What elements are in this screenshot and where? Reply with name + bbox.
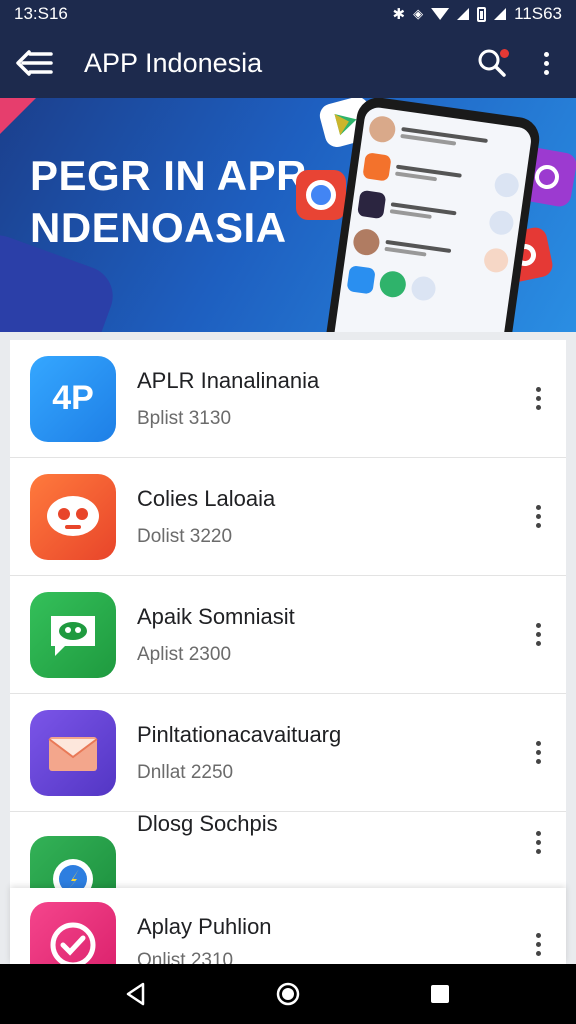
bluetooth-icon: ✱ bbox=[392, 6, 406, 23]
app-name: Colies Laloaia bbox=[137, 485, 276, 511]
app-name: Pinltationacavaituarg bbox=[137, 721, 342, 747]
app-name: Dlosg Sochpis bbox=[137, 812, 278, 836]
list-item[interactable]: 4P APLR Inanalinania Bplist 3130 bbox=[10, 340, 566, 458]
app-name: Aplay Puhlion bbox=[137, 914, 272, 939]
mail-app-icon bbox=[30, 709, 116, 796]
banner-line-1: PEGR IN APR bbox=[30, 152, 307, 199]
chat-bot-app-icon bbox=[30, 473, 116, 560]
list-item[interactable]: Aplay Puhlion Onlist 2310 bbox=[10, 888, 566, 964]
promo-banner[interactable]: PEGR IN APR NDENOASIA bbox=[0, 98, 576, 332]
more-vert-icon bbox=[535, 623, 541, 646]
more-vert-icon bbox=[535, 505, 541, 528]
favorite-app-icon bbox=[30, 902, 116, 964]
wifi-icon bbox=[431, 8, 450, 20]
nav-recents-icon bbox=[431, 985, 449, 1003]
more-vert-icon bbox=[535, 741, 541, 764]
status-right-time: 11S63 bbox=[514, 4, 562, 23]
status-icons: ✱ ◈ 11S63 bbox=[393, 4, 562, 24]
banner-decoration-corner bbox=[0, 98, 36, 134]
nav-back-icon bbox=[126, 982, 145, 1006]
app-subtitle: Aplist 2300 bbox=[137, 643, 232, 665]
item-menu-button[interactable] bbox=[518, 914, 558, 964]
signal-icon bbox=[457, 8, 470, 20]
back-icon bbox=[16, 50, 53, 76]
app-subtitle: Onlist 2310 bbox=[137, 950, 234, 964]
page-title: APP Indonesia bbox=[84, 47, 263, 78]
vibrate-icon: ◈ bbox=[413, 6, 424, 21]
item-menu-button[interactable] bbox=[518, 605, 558, 665]
list-item[interactable]: Colies Laloaia Dolist 3220 bbox=[10, 458, 566, 576]
item-menu-button[interactable] bbox=[518, 812, 558, 872]
app-subtitle: Dnllat 2250 bbox=[137, 761, 234, 783]
signal2-icon bbox=[494, 8, 507, 20]
app-name: APLR Inanalinania bbox=[137, 367, 320, 393]
nav-home-icon bbox=[276, 982, 300, 1006]
app-name: Apaik Somniasit bbox=[137, 603, 295, 629]
list-item[interactable]: Pinltationacavaituarg Dnllat 2250 bbox=[10, 694, 566, 812]
app-subtitle: Bplist 3130 bbox=[137, 407, 232, 429]
list-item[interactable]: Apaik Somniasit Aplist 2300 bbox=[10, 576, 566, 694]
item-menu-button[interactable] bbox=[518, 487, 558, 547]
app-subtitle: Dolist 3220 bbox=[137, 525, 233, 547]
banner-headline: PEGR IN APR NDENOASIA bbox=[30, 150, 307, 254]
more-vert-icon bbox=[543, 51, 549, 75]
more-vert-icon bbox=[535, 830, 541, 854]
banner-line-2: NDENOASIA bbox=[30, 204, 287, 251]
more-vert-icon bbox=[535, 387, 541, 410]
more-vert-icon bbox=[535, 932, 541, 956]
nav-home-button[interactable] bbox=[264, 970, 312, 1018]
chrome-icon bbox=[296, 170, 346, 220]
item-menu-button[interactable] bbox=[518, 723, 558, 783]
system-nav-bar bbox=[0, 964, 576, 1024]
notification-dot bbox=[500, 49, 509, 58]
item-menu-button[interactable] bbox=[518, 369, 558, 429]
battery-icon bbox=[477, 6, 487, 22]
back-button[interactable] bbox=[6, 34, 64, 92]
nav-recents-button[interactable] bbox=[416, 970, 464, 1018]
status-time: 13:S16 bbox=[14, 4, 68, 23]
nav-back-button[interactable] bbox=[112, 970, 160, 1018]
app-list: 4P APLR Inanalinania Bplist 3130 Colies … bbox=[10, 340, 566, 906]
app-icon-glyph: 4P bbox=[52, 379, 94, 417]
search-button[interactable] bbox=[468, 39, 516, 87]
app-bar: APP Indonesia bbox=[0, 28, 576, 98]
chat-app-icon bbox=[30, 591, 116, 678]
app-icon: 4P bbox=[30, 355, 116, 442]
status-bar: 13:S16 ✱ ◈ 11S63 bbox=[0, 0, 576, 28]
overflow-menu-button[interactable] bbox=[530, 39, 562, 87]
